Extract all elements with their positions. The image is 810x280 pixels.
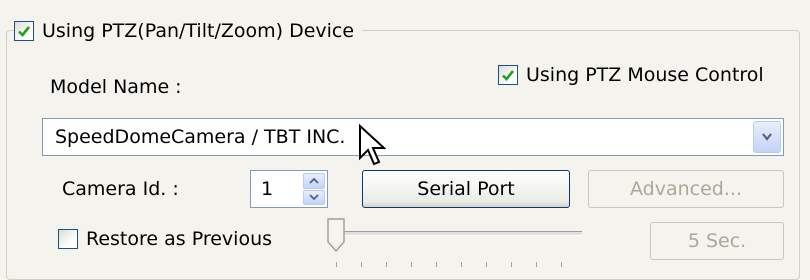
slider-tick	[461, 262, 462, 267]
chevron-down-icon	[762, 133, 772, 141]
restore-checkbox-row[interactable]: Restore as Previous	[58, 224, 272, 254]
serial-port-button[interactable]: Serial Port	[362, 170, 570, 208]
checkmark-icon	[502, 70, 515, 81]
ptz-device-label: Using PTZ(Pan/Tilt/Zoom) Device	[42, 20, 355, 42]
chevron-down-icon	[309, 194, 319, 201]
slider-tick	[436, 262, 437, 267]
dropdown-button[interactable]	[753, 121, 781, 153]
slider-tick	[511, 262, 512, 267]
camera-id-label: Camera Id. :	[62, 178, 179, 200]
slider-tick	[561, 262, 562, 267]
mouse-control-checkbox[interactable]	[498, 65, 518, 85]
ptz-device-checkbox[interactable]	[14, 21, 34, 41]
slider-tick	[386, 262, 387, 267]
spin-down-button[interactable]	[303, 189, 325, 205]
model-select-value: SpeedDomeCamera / TBT INC.	[55, 126, 346, 148]
chevron-up-icon	[309, 177, 319, 184]
slider-tick	[361, 262, 362, 267]
mouse-control-checkbox-row[interactable]: Using PTZ Mouse Control	[498, 60, 764, 90]
ptz-device-checkbox-row[interactable]: Using PTZ(Pan/Tilt/Zoom) Device	[14, 16, 363, 46]
checkmark-icon	[18, 26, 31, 37]
slider-thumb[interactable]	[326, 218, 346, 252]
slider-tick	[411, 262, 412, 267]
mouse-control-label: Using PTZ Mouse Control	[526, 64, 764, 86]
mouse-cursor-icon	[359, 124, 386, 166]
spin-up-button[interactable]	[303, 173, 325, 189]
camera-id-value: 1	[261, 178, 274, 200]
seconds-button[interactable]: 5 Sec.	[650, 222, 784, 260]
slider-tick	[486, 262, 487, 267]
model-name-label: Model Name :	[50, 76, 182, 98]
restore-label: Restore as Previous	[86, 228, 273, 250]
slider-tick	[536, 262, 537, 267]
advanced-button[interactable]: Advanced...	[588, 170, 784, 208]
slider-tick	[336, 262, 337, 267]
model-select[interactable]: SpeedDomeCamera / TBT INC.	[42, 118, 784, 156]
slider-track	[330, 231, 582, 236]
camera-id-spinner[interactable]: 1	[250, 170, 328, 208]
restore-checkbox[interactable]	[58, 229, 78, 249]
